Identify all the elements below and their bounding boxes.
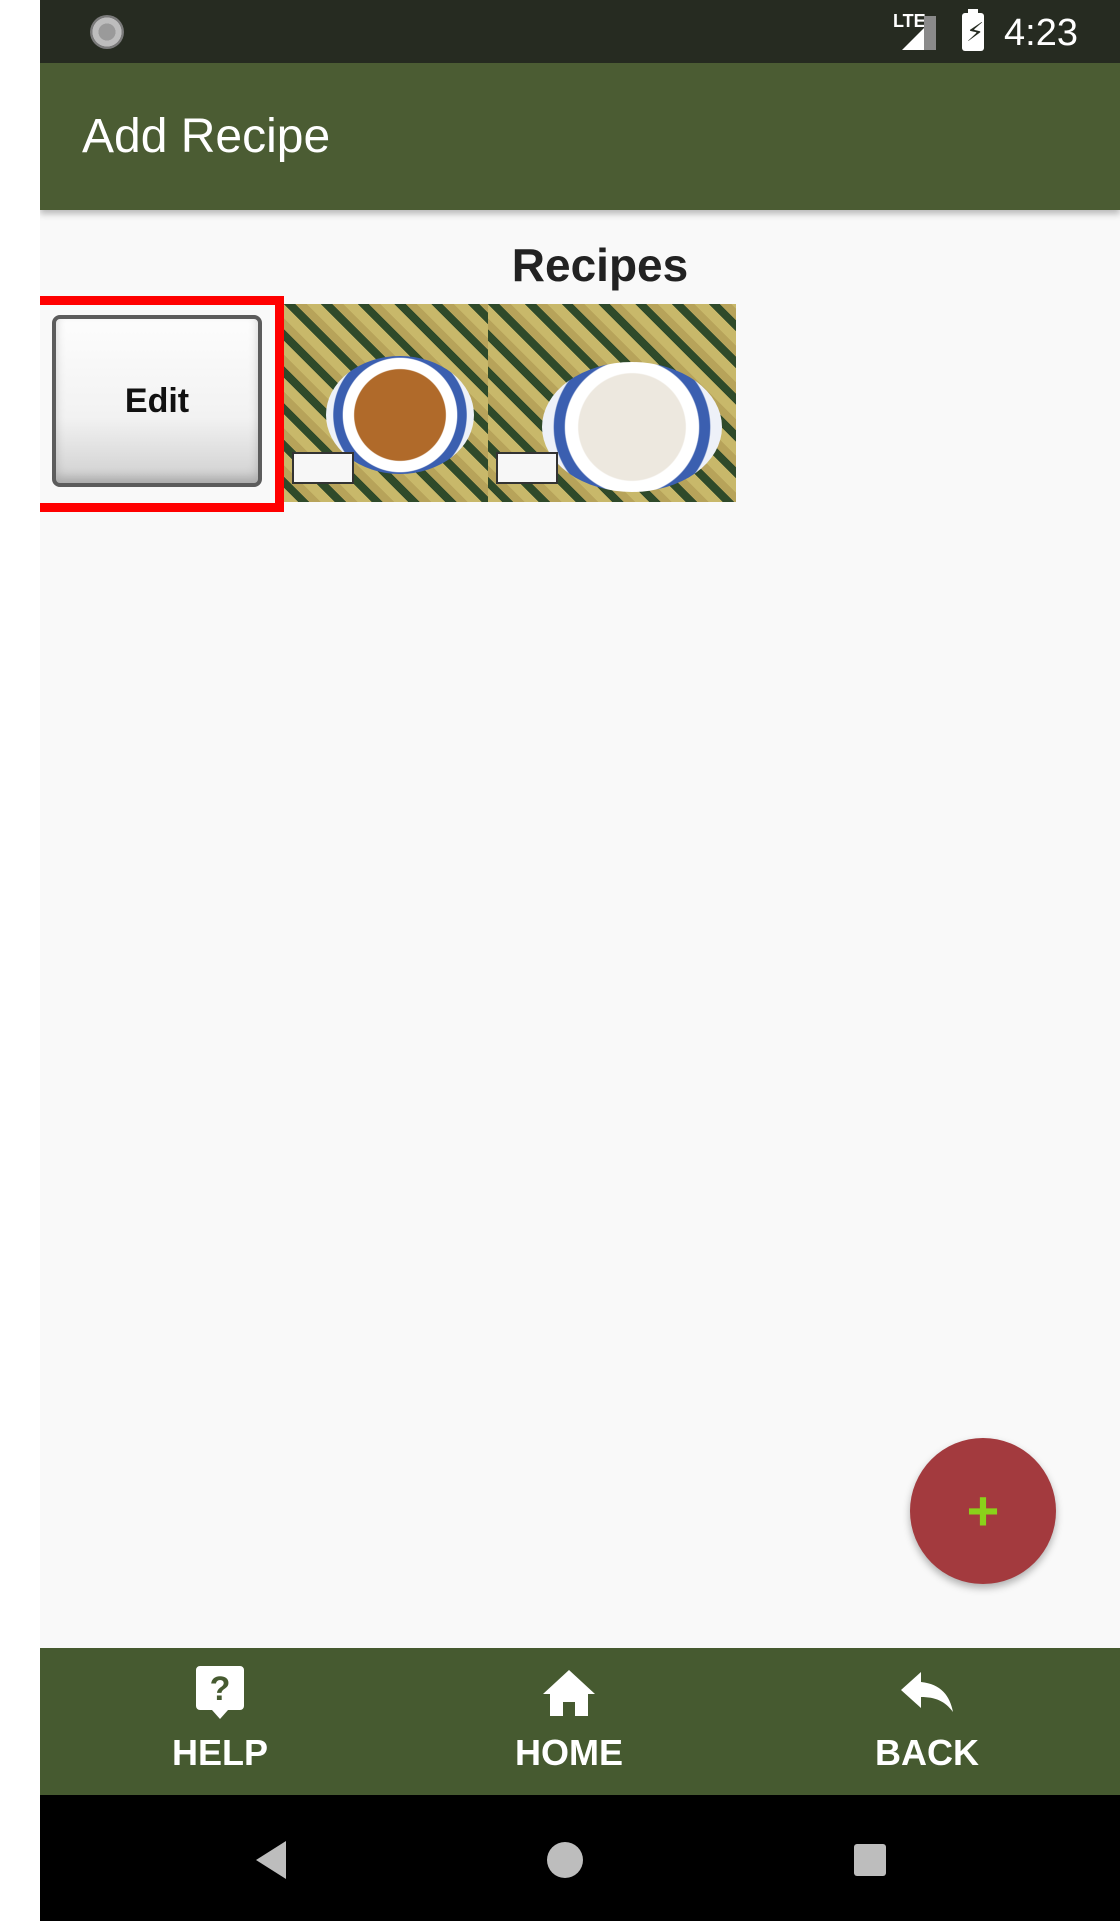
plus-icon: + (966, 1479, 1000, 1542)
page-title: Add Recipe (82, 110, 331, 163)
section-title: Recipes (511, 239, 689, 291)
recipe-item[interactable] (488, 304, 736, 502)
phone-screen: LTE ⚡ 4:23 Add Recipe Recipes Edit + ? H… (40, 0, 1120, 1921)
nav-home[interactable]: HOME (469, 1648, 669, 1795)
color-card (496, 452, 558, 484)
battery-charging-icon: ⚡ (962, 9, 984, 51)
add-recipe-fab[interactable]: + (910, 1438, 1056, 1584)
nav-home-label: HOME (515, 1732, 623, 1773)
nav-back[interactable]: BACK (827, 1648, 1027, 1795)
status-time: 4:23 (1004, 12, 1078, 54)
nav-help[interactable]: ? HELP (120, 1648, 320, 1795)
bottom-nav: ? HELP HOME BACK (40, 1648, 1120, 1795)
edit-button[interactable]: Edit (52, 315, 262, 487)
recipe-item[interactable] (284, 304, 488, 502)
nav-help-label: HELP (171, 1732, 268, 1773)
app-bar: Add Recipe (40, 63, 1120, 210)
help-icon: ? (196, 1666, 244, 1719)
svg-text:?: ? (210, 1670, 231, 1708)
recipe-photo-rice (542, 362, 722, 492)
status-bar: LTE ⚡ 4:23 (40, 0, 1120, 63)
signal-dim-bar (924, 16, 936, 50)
loading-icon (90, 15, 124, 49)
recents-square-icon[interactable] (845, 1835, 895, 1885)
recipe-row: Edit (40, 296, 1120, 516)
home-circle-icon[interactable] (540, 1835, 590, 1885)
system-nav-bar (40, 1795, 1120, 1921)
back-triangle-icon[interactable] (248, 1835, 298, 1885)
reply-icon (901, 1672, 953, 1712)
nav-back-label: BACK (875, 1732, 979, 1773)
home-icon (543, 1670, 595, 1716)
color-card (292, 452, 354, 484)
